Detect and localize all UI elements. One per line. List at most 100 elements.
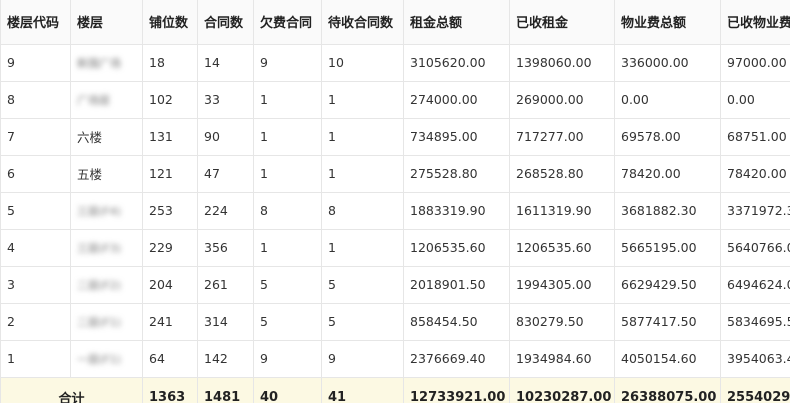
cell-arrears: 9 (253, 339, 322, 378)
cell-fee-received: 5834695.50 (720, 302, 790, 341)
cell-floor-code: 4 (0, 228, 71, 267)
total-rent-total: 12733921.00 (403, 376, 510, 403)
cell-fee-received: 3954063.40 (720, 339, 790, 378)
cell-arrears: 1 (253, 117, 322, 156)
cell-fee-total: 78420.00 (614, 154, 721, 193)
cell-floor-name: 五楼 (70, 154, 143, 193)
cell-units: 121 (142, 154, 198, 193)
cell-pending: 10 (321, 43, 404, 82)
cell-arrears: 1 (253, 154, 322, 193)
cell-rent-total: 3105620.00 (403, 43, 510, 82)
cell-floor-code: 7 (0, 117, 71, 156)
cell-rent-received: 269000.00 (509, 80, 615, 119)
cell-contracts: 14 (197, 43, 254, 82)
col-header-fee-received[interactable]: 已收物业费 (720, 0, 790, 45)
cell-fee-total: 3681882.30 (614, 191, 721, 230)
floor-name-obscured: 广场层 (77, 93, 110, 107)
total-fee-received: 25540291 (720, 376, 790, 403)
table-row[interactable]: 9 新围广场 18 14 9 10 3105620.00 1398060.00 336000.0… (0, 43, 790, 82)
floor-name-obscured: 三层(F4) (77, 204, 121, 218)
total-arrears: 40 (253, 376, 322, 403)
cell-fee-total: 0.00 (614, 80, 721, 119)
cell-contracts: 90 (197, 117, 254, 156)
cell-arrears: 5 (253, 302, 322, 341)
col-header-rent-total[interactable]: 租金总额 (403, 0, 510, 45)
cell-rent-received: 1398060.00 (509, 43, 615, 82)
cell-arrears: 1 (253, 80, 322, 119)
total-fee-total: 26388075.00 (614, 376, 721, 403)
floor-name-obscured: 二层(F2) (77, 278, 121, 292)
cell-units: 64 (142, 339, 198, 378)
cell-pending: 8 (321, 191, 404, 230)
cell-floor-name: 广场层 (70, 80, 143, 119)
cell-floor-code: 3 (0, 265, 71, 304)
cell-fee-received: 68751.00 (720, 117, 790, 156)
cell-floor-name: 二层(F1) (70, 302, 143, 341)
cell-contracts: 33 (197, 80, 254, 119)
cell-fee-total: 5877417.50 (614, 302, 721, 341)
cell-units: 204 (142, 265, 198, 304)
header-row: 楼层代码 楼层 铺位数 合同数 欠费合同 待收合同数 租金总额 已收租金 物业费… (0, 0, 790, 45)
cell-units: 18 (142, 43, 198, 82)
table-row[interactable]: 7 六楼 131 90 1 1 734895.00 717277.00 69578.00 6875… (0, 117, 790, 156)
cell-rent-received: 717277.00 (509, 117, 615, 156)
cell-arrears: 9 (253, 43, 322, 82)
cell-units: 229 (142, 228, 198, 267)
cell-fee-received: 0.00 (720, 80, 790, 119)
cell-floor-code: 5 (0, 191, 71, 230)
cell-rent-received: 1994305.00 (509, 265, 615, 304)
cell-floor-name: 六楼 (70, 117, 143, 156)
table-row[interactable]: 1 一层(F1) 64 142 9 9 2376669.40 1934984.60 405015… (0, 339, 790, 378)
cell-fee-total: 69578.00 (614, 117, 721, 156)
col-header-fee-total[interactable]: 物业费总额 (614, 0, 721, 45)
table-body: 9 新围广场 18 14 9 10 3105620.00 1398060.00 336000.0… (0, 43, 790, 403)
cell-pending: 1 (321, 154, 404, 193)
col-header-floor[interactable]: 楼层 (70, 0, 143, 45)
table-row[interactable]: 8 广场层 102 33 1 1 274000.00 269000.00 0.00 0.00 (0, 80, 790, 119)
cell-floor-code: 8 (0, 80, 71, 119)
col-header-contracts[interactable]: 合同数 (197, 0, 254, 45)
cell-fee-total: 6629429.50 (614, 265, 721, 304)
col-header-arrears[interactable]: 欠费合同 (253, 0, 322, 45)
table-row[interactable]: 2 二层(F1) 241 314 5 5 858454.50 830279.50 5877417… (0, 302, 790, 341)
cell-contracts: 314 (197, 302, 254, 341)
cell-floor-code: 1 (0, 339, 71, 378)
cell-contracts: 261 (197, 265, 254, 304)
total-rent-received: 10230287.00 (509, 376, 615, 403)
cell-fee-total: 4050154.60 (614, 339, 721, 378)
table-row[interactable]: 6 五楼 121 47 1 1 275528.80 268528.80 78420.00 7842… (0, 154, 790, 193)
cell-pending: 1 (321, 80, 404, 119)
cell-contracts: 47 (197, 154, 254, 193)
cell-rent-received: 1611319.90 (509, 191, 615, 230)
cell-fee-received: 97000.00 (720, 43, 790, 82)
floor-summary-table: 楼层代码 楼层 铺位数 合同数 欠费合同 待收合同数 租金总额 已收租金 物业费… (0, 0, 790, 403)
table-row[interactable]: 5 三层(F4) 253 224 8 8 1883319.90 1611319.90 36818… (0, 191, 790, 230)
cell-pending: 1 (321, 117, 404, 156)
cell-fee-received: 5640766.00 (720, 228, 790, 267)
cell-fee-received: 6494624.00 (720, 265, 790, 304)
col-header-units[interactable]: 铺位数 (142, 0, 198, 45)
cell-rent-received: 830279.50 (509, 302, 615, 341)
floor-name-obscured: 三层(F3) (77, 241, 121, 255)
col-header-pending[interactable]: 待收合同数 (321, 0, 404, 45)
cell-contracts: 224 (197, 191, 254, 230)
cell-rent-total: 1883319.90 (403, 191, 510, 230)
cell-rent-received: 268528.80 (509, 154, 615, 193)
cell-floor-name: 三层(F3) (70, 228, 143, 267)
total-pending: 41 (321, 376, 404, 403)
cell-fee-received: 78420.00 (720, 154, 790, 193)
col-header-floor-code[interactable]: 楼层代码 (0, 0, 71, 45)
floor-name-obscured: 一层(F1) (77, 352, 121, 366)
cell-pending: 1 (321, 228, 404, 267)
cell-rent-received: 1206535.60 (509, 228, 615, 267)
cell-rent-total: 1206535.60 (403, 228, 510, 267)
cell-rent-total: 858454.50 (403, 302, 510, 341)
table-header: 楼层代码 楼层 铺位数 合同数 欠费合同 待收合同数 租金总额 已收租金 物业费… (0, 0, 790, 45)
cell-units: 131 (142, 117, 198, 156)
cell-floor-name: 二层(F2) (70, 265, 143, 304)
table-row[interactable]: 3 二层(F2) 204 261 5 5 2018901.50 1994305.00 66294… (0, 265, 790, 304)
cell-arrears: 1 (253, 228, 322, 267)
table-row[interactable]: 4 三层(F3) 229 356 1 1 1206535.60 1206535.60 56651… (0, 228, 790, 267)
col-header-rent-received[interactable]: 已收租金 (509, 0, 615, 45)
cell-fee-total: 5665195.00 (614, 228, 721, 267)
